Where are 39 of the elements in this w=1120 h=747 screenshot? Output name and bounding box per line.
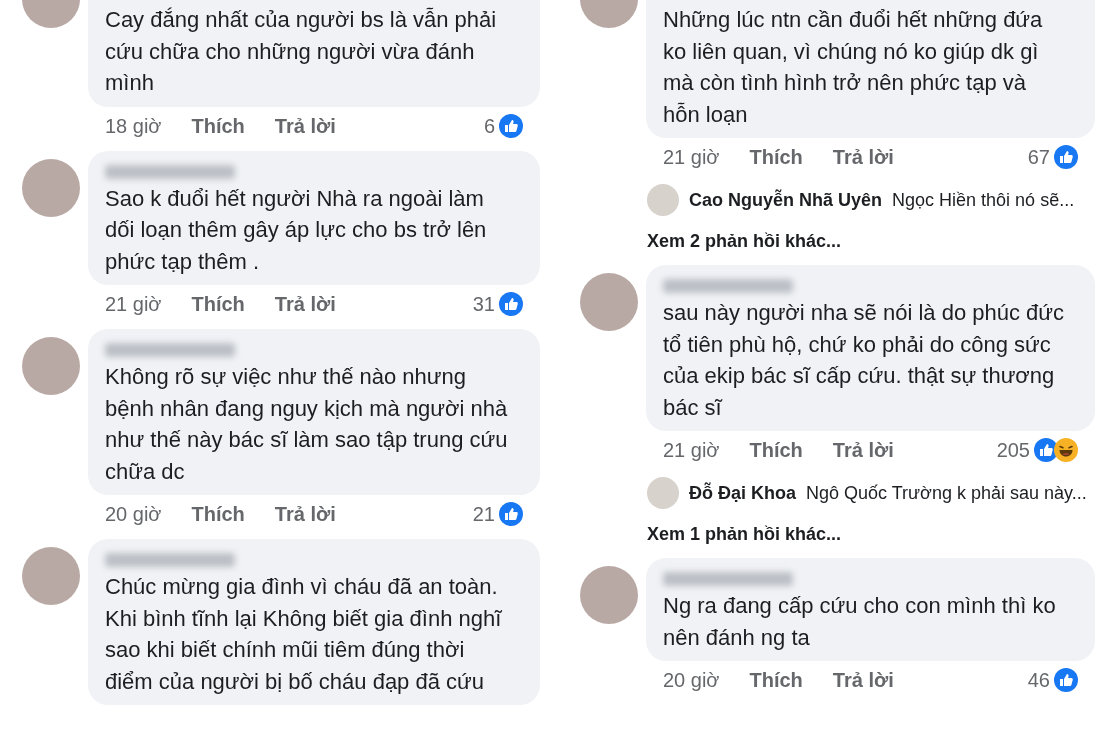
- reaction-count: 205: [996, 438, 1030, 463]
- like-link[interactable]: Thích: [191, 499, 245, 529]
- reply-link[interactable]: Trả lời: [832, 142, 894, 172]
- comment-text: Sao k đuổi hết người Nhà ra ngoài làm dối loạn thêm gây áp lực cho bs trở lên phức tạp thêm .: [105, 184, 488, 276]
- comment-time: 21 giờ: [663, 145, 720, 170]
- comment-text: Cay đắng nhất của người bs là vẫn phải cứu chữa cho những người vừa đánh mình: [105, 6, 498, 97]
- like-link[interactable]: Thích: [749, 142, 803, 172]
- comment-time: 20 giờ: [663, 668, 720, 693]
- comment-text: Chúc mừng gia đình vì cháu đã an toàn. Khi bình tĩnh lại Không biết gia đình nghĩ sao khi biết chính mũi tiêm đúng thời điểm của người bị bố cháu đạp đã cứu: [105, 573, 503, 696]
- more-replies-link[interactable]: Xem 1 phản hồi khác...: [647, 521, 842, 548]
- comment-time: 18 giờ: [105, 113, 162, 139]
- reply-author[interactable]: Cao Nguyễn Nhã Uyên: [689, 186, 883, 214]
- reaction-count: 67: [1027, 145, 1050, 170]
- reply-link[interactable]: Trả lời: [274, 289, 336, 319]
- reaction-count: 6: [483, 113, 495, 139]
- comment-text: Ng ra đang cấp cứu cho con mình thì ko nên đánh ng ta: [663, 592, 1057, 652]
- comment-time: 21 giờ: [105, 292, 162, 317]
- reply-text: Ngọc Hiền thôi nó sẽ...: [892, 188, 1075, 212]
- reply-link[interactable]: Trả lời: [274, 110, 336, 141]
- more-replies-link[interactable]: Xem 2 phản hồi khác...: [647, 228, 842, 255]
- like-link[interactable]: Thích: [191, 110, 245, 141]
- reply-link[interactable]: Trả lời: [832, 665, 894, 695]
- reaction-count: 31: [472, 292, 495, 317]
- like-link[interactable]: Thích: [749, 435, 803, 465]
- reaction-count: 46: [1027, 668, 1050, 693]
- like-link[interactable]: Thích: [749, 665, 803, 695]
- comment-text: Không rõ sự việc như thế nào nhưng bệnh nhân đang nguy kịch mà người nhà như thế này bác sĩ làm sao tập trung cứu chữa dc: [105, 363, 509, 486]
- avatar: [647, 184, 679, 216]
- comment-time: 20 giờ: [105, 502, 162, 527]
- avatar: [647, 477, 679, 509]
- comment-text: Những lúc ntn cần đuổi hết những đứa ko liên quan, vì chúng nó ko giúp dk gì mà còn tình hình trở nên phức tạp và hỗn loạn: [663, 6, 1044, 129]
- reply-author[interactable]: Đỗ Đại Khoa: [689, 479, 796, 507]
- reaction-count: 21: [472, 502, 495, 527]
- comment-text: sau này người nha sẽ nói là do phúc đức tổ tiên phù hộ, chứ ko phải do công sức của ekip bác sĩ cấp cứu. thật sự thương bác sĩ: [663, 299, 1065, 422]
- reply-link[interactable]: Trả lời: [274, 499, 336, 529]
- reply-link[interactable]: Trả lời: [832, 435, 894, 465]
- like-link[interactable]: Thích: [191, 289, 245, 319]
- reply-text: Ngô Quốc Trường k phải sau này...: [806, 481, 1087, 505]
- comment-time: 21 giờ: [663, 438, 720, 463]
